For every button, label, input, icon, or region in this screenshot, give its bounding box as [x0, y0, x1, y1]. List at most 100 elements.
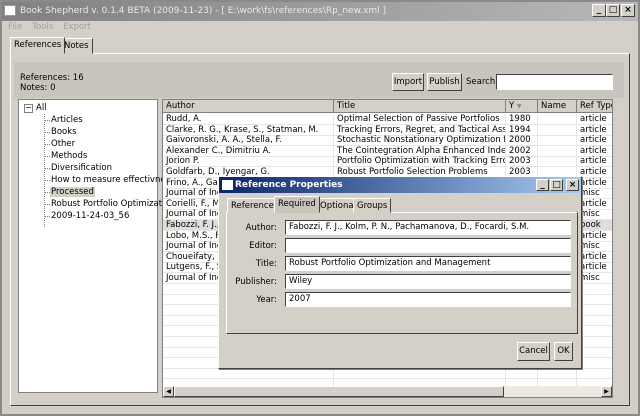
column-header[interactable]: Y ▼ [506, 100, 538, 113]
table-cell: article [577, 125, 612, 136]
dialog-minimize-button[interactable]: _ [536, 179, 549, 191]
table-cell: Stochastic Nonstationary Optimization fo… [334, 135, 506, 147]
table-cell: Alexander C., Dimitriu A. [163, 145, 334, 157]
table-cell: Optimal Selection of Passive Portfolios [334, 114, 506, 125]
dialog-maximize-button[interactable]: □ [550, 179, 563, 191]
table-row[interactable]: Rudd, A. Optimal Selection of Passive Por… [163, 114, 612, 125]
ok-button[interactable]: OK [554, 342, 573, 361]
tree-item[interactable]: Articles [50, 115, 84, 125]
table-cell: 2003 [506, 156, 538, 168]
tree-item[interactable]: Diversification [50, 163, 113, 173]
field-label: Author: [245, 223, 277, 233]
horizontal-scrollbar[interactable]: ◀ ▶ [163, 386, 612, 397]
close-button[interactable]: × [621, 4, 635, 17]
table-cell: Tracking Errors, Regret, and Tactical As… [334, 124, 506, 136]
table-cell: Portfolio Optimization with Tracking Err… [334, 156, 506, 168]
table-cell [577, 358, 612, 369]
table-cell [334, 368, 506, 380]
table-cell: book [577, 220, 612, 231]
table-cell [538, 145, 577, 157]
search-input[interactable] [496, 74, 613, 90]
table-cell [538, 135, 577, 147]
dialog-tab-reference[interactable]: Reference [227, 198, 278, 213]
table-cell: The Cointegration Alpha Enhanced Index .… [334, 145, 506, 157]
table-cell: 2002 [506, 145, 538, 157]
column-header[interactable]: Title [334, 100, 506, 113]
dialog-tab-groups[interactable]: Groups [353, 198, 392, 213]
references-count: References: 16 [20, 73, 84, 83]
table-cell [538, 124, 577, 136]
app-icon [4, 5, 16, 16]
tree-item[interactable]: Processed [50, 187, 95, 197]
table-cell: Gaivoronski, A. A., Stella, F. [163, 135, 334, 147]
table-cell: 1994 [506, 124, 538, 136]
field-input[interactable]: Wiley [285, 274, 571, 289]
tree-item[interactable]: How to measure effectivness [50, 175, 175, 185]
table-row[interactable]: Alexander C., Dimitriu A. The Cointegrati… [163, 145, 612, 157]
table-row[interactable]: Jorion P. Portfolio Optimization with Tra… [163, 156, 612, 168]
tree-item[interactable]: Books [50, 127, 78, 137]
field-input[interactable]: Fabozzi, F. J., Kolm, P. N., Pachamanova… [285, 220, 571, 235]
field-input[interactable]: 2007 [285, 292, 571, 307]
table-cell: Jorion P. [163, 156, 334, 168]
table-cell [577, 294, 612, 305]
publish-button[interactable]: Publish [427, 73, 462, 91]
field-label: Editor: [249, 241, 277, 251]
menu-file[interactable]: File [8, 22, 22, 32]
table-cell [538, 156, 577, 168]
table-cell: article [577, 178, 612, 189]
table-cell [538, 368, 577, 380]
table-cell: Clarke, R. G., Krase, S., Statman, M. [163, 124, 334, 136]
tree-item[interactable]: Methods [50, 151, 88, 161]
menu-bar: File Tools Export [8, 22, 101, 32]
table-cell: misc [577, 273, 612, 284]
cancel-button[interactable]: Cancel [517, 342, 550, 361]
table-cell [163, 368, 334, 380]
maximize-button[interactable]: □ [606, 4, 620, 17]
field-input[interactable]: Robust Portfolio Optimization and Manage… [285, 256, 571, 271]
table-cell: misc [577, 241, 612, 252]
group-tree: − All Articles Books Other Methods Diversifica… [18, 99, 175, 393]
tab-references[interactable]: References [10, 37, 66, 54]
table-cell [577, 305, 612, 316]
column-header[interactable]: Name [538, 100, 577, 113]
tree-item[interactable]: Robust Portfolio Optimization [50, 199, 176, 209]
table-row[interactable]: Gaivoronski, A. A., Stella, F. Stochastic… [163, 135, 612, 147]
table-cell: Rudd, A. [163, 114, 334, 125]
dialog-tab-required[interactable]: Required [274, 196, 320, 213]
table-cell: article [577, 146, 612, 157]
column-header[interactable]: Ref Type [577, 100, 612, 113]
table-cell: article [577, 114, 612, 125]
table-cell: article [577, 231, 612, 242]
dialog-close-button[interactable]: × [566, 179, 579, 191]
scroll-right-icon[interactable]: ▶ [601, 386, 612, 397]
table-cell: misc [577, 188, 612, 199]
field-input[interactable] [285, 238, 571, 253]
window-title: Book Shepherd v. 0.1.4 BETA (2009-11-23)… [2, 2, 638, 21]
import-button[interactable]: Import [392, 73, 424, 91]
table-cell [577, 368, 612, 379]
table-row[interactable]: Clarke, R. G., Krase, S., Statman, M. Tra… [163, 124, 612, 136]
table-cell: misc [577, 209, 612, 220]
tree-root-all[interactable]: All [36, 103, 47, 113]
table-cell [577, 347, 612, 358]
tree-item[interactable]: Other [50, 139, 76, 149]
table-row[interactable] [163, 368, 612, 380]
table-cell: article [577, 262, 612, 273]
scroll-left-icon[interactable]: ◀ [163, 386, 174, 397]
tree-item[interactable]: 2009-11-24-03_56 [50, 211, 130, 221]
table-cell [577, 337, 612, 348]
collapse-icon[interactable]: − [24, 104, 33, 113]
menu-export[interactable]: Export [63, 22, 91, 32]
menu-tools[interactable]: Tools [32, 22, 53, 32]
minimize-button[interactable]: _ [592, 4, 606, 17]
column-header[interactable]: Author [163, 100, 334, 113]
notes-count: Notes: 0 [20, 83, 56, 93]
scrollbar-thumb[interactable] [174, 386, 504, 397]
table-cell [577, 326, 612, 337]
dialog-icon [222, 180, 233, 190]
dialog-title: Reference Properties [219, 177, 581, 193]
reference-properties-dialog: Reference Properties _ □ × Reference Req… [218, 176, 582, 369]
field-label: Year: [256, 295, 277, 305]
search-label: Search [466, 77, 496, 87]
